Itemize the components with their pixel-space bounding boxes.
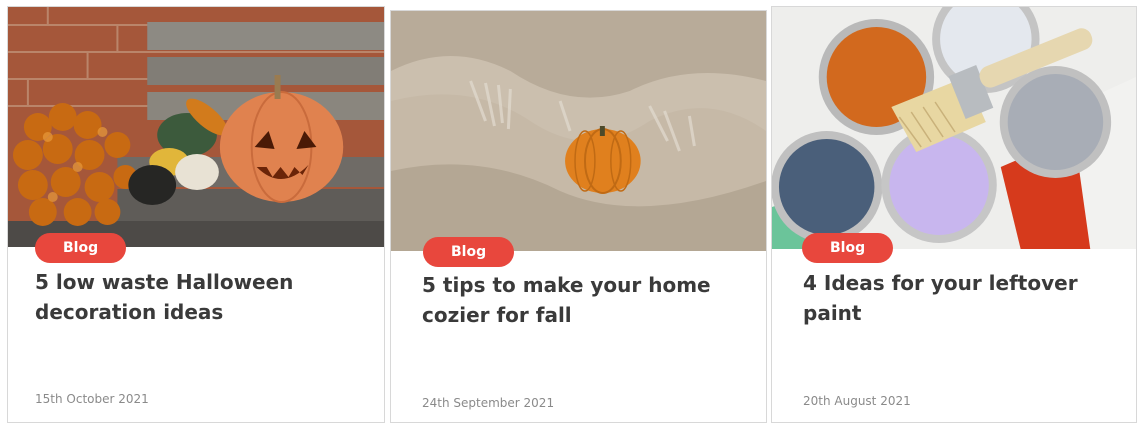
publish-date: 20th August 2021 [803,394,911,408]
blog-category-badge[interactable]: Blog [35,233,127,263]
blog-card-cozy-home[interactable]: Blog 5 tips to make your home cozier for… [390,10,767,423]
card-title[interactable]: 5 low waste Halloween decoration ideas [35,267,355,327]
blog-category-badge[interactable]: Blog [423,237,515,267]
card-title[interactable]: 5 tips to make your home cozier for fall [422,270,752,330]
blog-card-leftover-paint[interactable]: Blog 4 Ideas for your leftover paint 20t… [771,6,1137,423]
publish-date: 24th September 2021 [422,396,555,410]
publish-date: 15th October 2021 [35,392,149,406]
halloween-pumpkins-image[interactable] [8,7,384,247]
paint-cans-image[interactable] [772,7,1136,249]
blanket-pumpkin-image[interactable] [391,11,766,251]
blog-category-badge[interactable]: Blog [802,233,894,263]
blog-card-halloween[interactable]: Blog 5 low waste Halloween decoration id… [7,6,385,423]
card-title[interactable]: 4 Ideas for your leftover paint [803,268,1123,328]
